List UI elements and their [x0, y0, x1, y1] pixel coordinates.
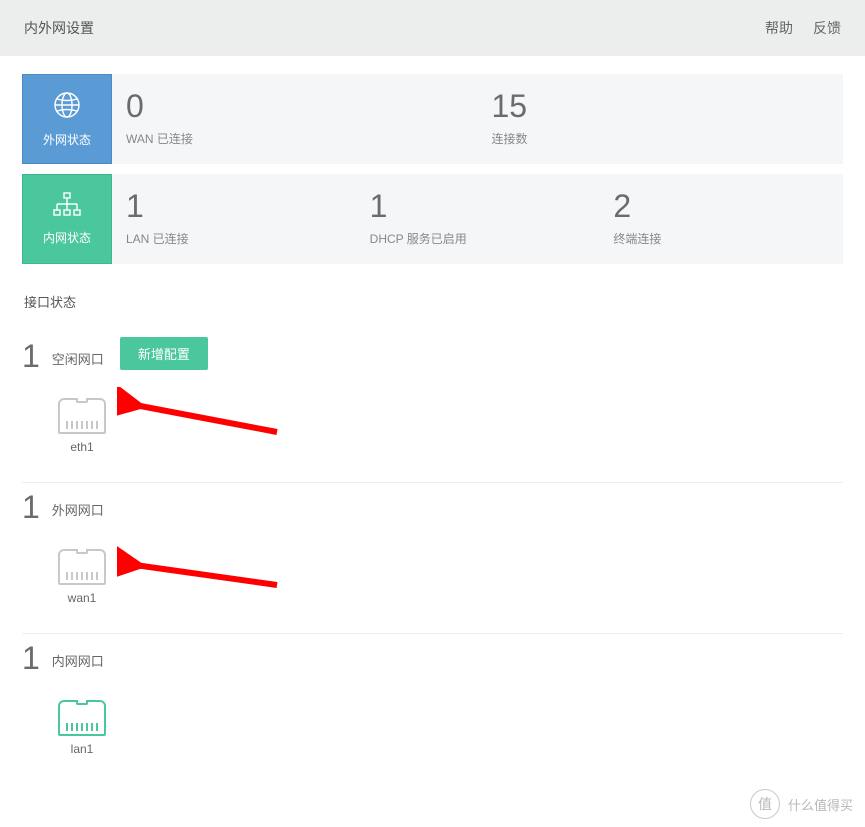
dhcp-value: 1	[370, 189, 586, 224]
page-title: 内外网设置	[24, 18, 94, 38]
network-tree-icon	[51, 192, 83, 221]
lan-connected-label: LAN 已连接	[126, 230, 342, 247]
terminal-cell: 2 终端连接	[599, 174, 843, 264]
dhcp-label: DHCP 服务已启用	[370, 230, 586, 247]
port-item-wan1[interactable]: wan1	[58, 549, 106, 605]
port-item-eth1[interactable]: eth1	[58, 398, 106, 454]
lan-status-tile[interactable]: 内网状态	[22, 174, 112, 264]
port-status-heading: 接口状态	[24, 292, 843, 311]
watermark-text: 什么值得买	[788, 795, 853, 814]
wan-connected-cell: 0 WAN 已连接	[112, 74, 478, 164]
add-config-button[interactable]: 新增配置	[120, 337, 208, 370]
watermark: 值 什么值得买	[750, 789, 853, 819]
top-bar: 内外网设置 帮助 反馈	[0, 0, 865, 56]
annotation-arrow-icon	[117, 545, 287, 600]
terminal-label: 终端连接	[613, 230, 829, 247]
watermark-icon: 值	[750, 789, 780, 819]
port-label: lan1	[71, 742, 94, 756]
globe-icon	[52, 90, 82, 123]
lan-port-title: 内网网口	[52, 651, 104, 670]
idle-port-title: 空闲网口	[52, 349, 104, 368]
wan-port-title: 外网网口	[52, 500, 104, 519]
lan-port-group: 1 内网网口 lan1	[22, 634, 843, 784]
annotation-arrow-icon	[117, 387, 287, 442]
lan-connected-value: 1	[126, 189, 342, 224]
wan-port-count: 1	[22, 491, 40, 523]
ethernet-port-icon	[58, 700, 106, 736]
wan-connections-value: 15	[492, 89, 830, 124]
port-label: wan1	[68, 591, 97, 605]
wan-connected-value: 0	[126, 89, 464, 124]
wan-port-group: 1 外网网口 wan1	[22, 483, 843, 634]
idle-port-group: 1 空闲网口 新增配置 eth1	[22, 329, 843, 483]
ethernet-port-icon	[58, 549, 106, 585]
wan-status-tile[interactable]: 外网状态	[22, 74, 112, 164]
wan-connected-label: WAN 已连接	[126, 130, 464, 147]
wan-status-row: 外网状态 0 WAN 已连接 15 连接数	[22, 74, 843, 164]
wan-connections-cell: 15 连接数	[478, 74, 844, 164]
wan-connections-label: 连接数	[492, 130, 830, 147]
idle-port-count: 1	[22, 340, 40, 372]
lan-status-row: 内网状态 1 LAN 已连接 1 DHCP 服务已启用 2 终端连接	[22, 174, 843, 264]
lan-port-count: 1	[22, 642, 40, 674]
ethernet-port-icon	[58, 398, 106, 434]
help-link[interactable]: 帮助	[765, 18, 793, 38]
feedback-link[interactable]: 反馈	[813, 18, 841, 38]
lan-connected-cell: 1 LAN 已连接	[112, 174, 356, 264]
lan-tile-label: 内网状态	[43, 229, 91, 246]
terminal-value: 2	[613, 189, 829, 224]
port-item-lan1[interactable]: lan1	[58, 700, 106, 756]
port-label: eth1	[70, 440, 93, 454]
wan-tile-label: 外网状态	[43, 131, 91, 148]
dhcp-cell: 1 DHCP 服务已启用	[356, 174, 600, 264]
